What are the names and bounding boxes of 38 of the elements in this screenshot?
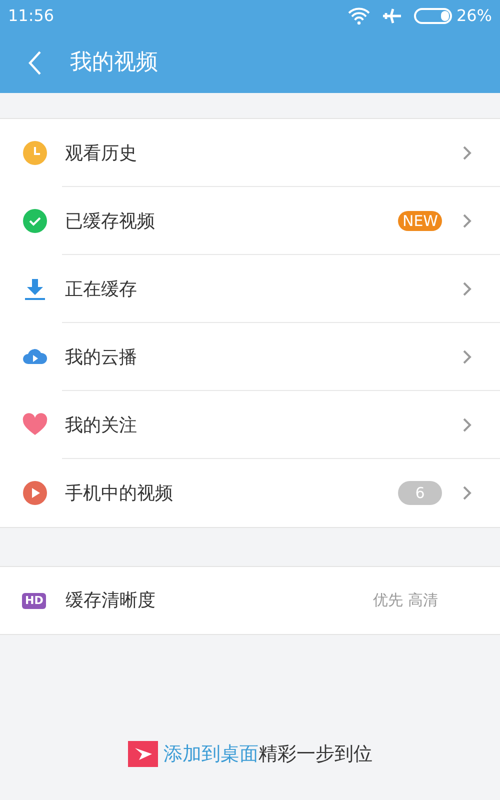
menu-item[interactable]: 正在缓存	[0, 255, 500, 323]
menu-item[interactable]: 已缓存视频 NEW	[0, 187, 500, 255]
settings-item-label: 缓存清晰度	[65, 589, 156, 613]
chevron-right-icon	[462, 485, 472, 501]
play-icon	[22, 480, 48, 506]
chevron-right-icon	[462, 349, 472, 365]
menu-item-label: 观看历史	[65, 142, 138, 166]
airplane-icon	[382, 7, 402, 25]
page-title: 我的视频	[70, 49, 158, 77]
menu-item-label: 已缓存视频	[65, 210, 156, 234]
menu-item-label: 我的关注	[65, 414, 138, 438]
heart-icon	[22, 412, 48, 438]
chevron-right-icon	[462, 213, 472, 229]
back-icon[interactable]	[28, 50, 42, 76]
chevron-right-icon	[462, 281, 472, 297]
hd-icon: HD	[22, 592, 46, 608]
menu-item[interactable]: 手机中的视频 6	[0, 459, 500, 527]
new-badge: NEW	[398, 211, 442, 231]
status-time: 11:56	[8, 5, 54, 27]
download-icon	[22, 276, 48, 302]
chevron-right-icon	[462, 417, 472, 433]
app-logo-icon	[128, 740, 158, 767]
clock-icon	[22, 140, 48, 166]
settings-item[interactable]: HD 缓存清晰度 优先 高清	[0, 567, 500, 634]
menu-item[interactable]: 观看历史	[0, 119, 500, 187]
menu-item[interactable]: 我的云播	[0, 323, 500, 391]
settings-item-value: 优先 高清	[373, 590, 438, 612]
checkmark-icon	[22, 208, 48, 234]
battery-icon	[414, 8, 452, 24]
menu-item-label: 正在缓存	[65, 278, 138, 302]
footer-text: 添加到桌面精彩一步到位	[164, 742, 372, 766]
battery-percentage: 26%	[456, 5, 492, 27]
menu-item[interactable]: 我的关注	[0, 391, 500, 459]
chevron-right-icon	[462, 145, 472, 161]
count-badge: 6	[398, 481, 442, 505]
wifi-icon	[348, 7, 370, 25]
menu-item-label: 手机中的视频	[65, 482, 174, 506]
menu-item-label: 我的云播	[65, 346, 138, 370]
